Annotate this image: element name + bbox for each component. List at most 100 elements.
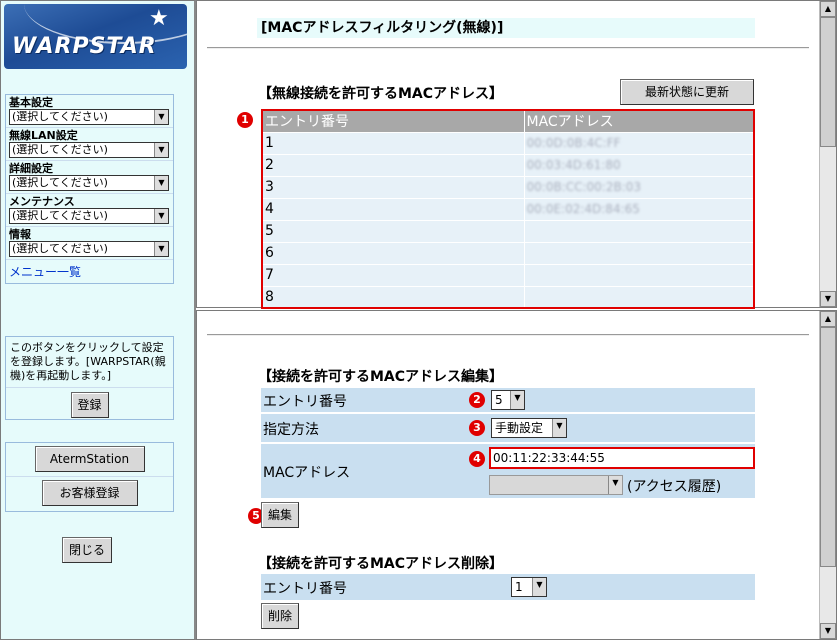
refresh-button[interactable]: 最新状態に更新 — [620, 79, 754, 105]
scroll-down-icon[interactable]: ▼ — [820, 623, 836, 639]
chevron-down-icon: ▼ — [154, 242, 168, 256]
maintenance-select[interactable]: (選択してください) ▼ — [9, 208, 169, 224]
entry-number-select[interactable]: 5 ▼ — [491, 390, 525, 410]
access-history-select[interactable]: ▼ — [489, 475, 623, 495]
register-note: このボタンをクリックして設定を登録します。[WARPSTAR(親機)を再起動しま… — [10, 341, 166, 382]
sidebar: ★ WARPSTAR 基本設定 (選択してください) ▼ 無線LAN設定 (選択し… — [0, 0, 196, 640]
register-box: このボタンをクリックして設定を登録します。[WARPSTAR(親機)を再起動しま… — [5, 336, 174, 420]
mac-cell — [524, 286, 755, 309]
page-title: [MACアドレスフィルタリング(無線)] — [257, 18, 755, 38]
mac-cell — [524, 220, 755, 243]
chevron-down-icon: ▼ — [510, 391, 524, 409]
top-scrollbar[interactable]: ▲ ▼ — [819, 1, 836, 307]
edit-button[interactable]: 編集 — [261, 502, 299, 528]
table-row: 4 00:0E:02:4D:84:65 — [262, 198, 755, 221]
table-row: 2 00:03:4D:61:80 — [262, 154, 755, 177]
allowed-mac-title: 【無線接続を許可するMACアドレス】 — [258, 86, 504, 102]
method-label: 指定方法 — [263, 422, 319, 438]
scroll-up-icon[interactable]: ▲ — [820, 1, 836, 17]
table-header-row: エントリ番号 MACアドレス — [262, 110, 755, 133]
chevron-down-icon: ▼ — [154, 176, 168, 190]
bottom-scrollbar[interactable]: ▲ ▼ — [819, 311, 836, 639]
menu-label: 情報 — [9, 228, 31, 241]
delete-entry-select[interactable]: 1 ▼ — [511, 577, 547, 597]
access-history-label: (アクセス履歴) — [627, 479, 722, 495]
entry-cell: 2 — [262, 154, 525, 177]
chevron-down-icon: ▼ — [532, 578, 546, 596]
entry-number-label: エントリ番号 — [263, 394, 347, 410]
entry-cell: 4 — [262, 198, 525, 221]
entry-cell: 8 — [262, 286, 525, 309]
table-row: 3 00:0B:CC:00:2B:03 — [262, 176, 755, 199]
menu-group-maintenance: メンテナンス (選択してください) ▼ — [6, 194, 173, 227]
wlan-settings-select[interactable]: (選択してください) ▼ — [9, 142, 169, 158]
advanced-settings-select[interactable]: (選択してください) ▼ — [9, 175, 169, 191]
edit-section-title: 【接続を許可するMACアドレス編集】 — [258, 369, 504, 385]
table-row: 8 — [262, 286, 755, 309]
mac-cell: 00:03:4D:61:80 — [524, 154, 755, 177]
mac-list-pane: [MACアドレスフィルタリング(無線)] 【無線接続を許可するMACアドレス】 … — [196, 0, 837, 309]
scroll-thumb[interactable] — [820, 327, 836, 567]
mac-cell: 00:0B:CC:00:2B:03 — [524, 176, 755, 199]
table-row: 6 — [262, 242, 755, 265]
menu-group-basic: 基本設定 (選択してください) ▼ — [6, 95, 173, 128]
scroll-up-icon[interactable]: ▲ — [820, 311, 836, 327]
mac-cell: 00:0E:02:4D:84:65 — [524, 198, 755, 221]
chevron-down-icon: ▼ — [608, 476, 622, 494]
menu-group-info: 情報 (選択してください) ▼ — [6, 227, 173, 260]
mac-cell: 00:0D:0B:4C:FF — [524, 132, 755, 155]
badge-3: 3 — [469, 420, 485, 436]
delete-entry-label: エントリ番号 — [263, 581, 347, 597]
column-header: MACアドレス — [524, 110, 755, 133]
mac-address-label: MACアドレス — [263, 465, 351, 481]
menu-label: 詳細設定 — [9, 162, 53, 175]
mac-edit-pane: 【接続を許可するMACアドレス編集】 エントリ番号 2 5 ▼ 指定方法 3 手動… — [196, 310, 837, 640]
badge-4: 4 — [469, 451, 485, 467]
links-box: AtermStation お客様登録 — [5, 442, 174, 512]
scroll-down-icon[interactable]: ▼ — [820, 291, 836, 307]
scroll-thumb[interactable] — [820, 17, 836, 147]
star-icon: ★ — [149, 6, 169, 31]
delete-entry-row: エントリ番号 1 ▼ — [261, 574, 755, 600]
mac-address-input[interactable]: 00:11:22:33:44:55 — [489, 447, 755, 469]
mac-cell — [524, 264, 755, 287]
menu-group-wlan: 無線LAN設定 (選択してください) ▼ — [6, 128, 173, 161]
entry-cell: 1 — [262, 132, 525, 155]
entry-cell: 3 — [262, 176, 525, 199]
menu-label: 無線LAN設定 — [9, 129, 78, 142]
warpstar-logo: ★ WARPSTAR — [4, 4, 187, 69]
chevron-down-icon: ▼ — [552, 419, 566, 437]
chevron-down-icon: ▼ — [154, 143, 168, 157]
menu-box: 基本設定 (選択してください) ▼ 無線LAN設定 (選択してください) ▼ 詳細設… — [5, 94, 174, 284]
basic-settings-select[interactable]: (選択してください) ▼ — [9, 109, 169, 125]
mac-address-row: MACアドレス 4 00:11:22:33:44:55 ▼ (アクセス履歴) — [261, 444, 755, 498]
table-row: 1 00:0D:0B:4C:FF — [262, 132, 755, 155]
menu-label: 基本設定 — [9, 96, 53, 109]
mac-cell — [524, 242, 755, 265]
table-row: 5 — [262, 220, 755, 243]
menu-label: メンテナンス — [9, 195, 75, 208]
menu-list-link[interactable]: メニュー一覧 — [6, 260, 173, 283]
entry-number-row: エントリ番号 2 5 ▼ — [261, 388, 755, 412]
register-button[interactable]: 登録 — [70, 392, 109, 418]
badge-2: 2 — [469, 392, 485, 408]
atermstation-button[interactable]: AtermStation — [34, 446, 145, 472]
customer-register-button[interactable]: お客様登録 — [41, 480, 138, 506]
logo-text: WARPSTAR — [12, 34, 157, 59]
column-header: エントリ番号 — [262, 110, 525, 133]
mac-table: エントリ番号 MACアドレス 1 00:0D:0B:4C:FF 2 00:03:4D… — [261, 109, 755, 309]
info-select[interactable]: (選択してください) ▼ — [9, 241, 169, 257]
close-button[interactable]: 閉じる — [62, 537, 112, 563]
entry-cell: 6 — [262, 242, 525, 265]
delete-section-title: 【接続を許可するMACアドレス削除】 — [258, 556, 504, 572]
entry-cell: 5 — [262, 220, 525, 243]
method-select[interactable]: 手動設定 ▼ — [491, 418, 567, 438]
entry-cell: 7 — [262, 264, 525, 287]
menu-group-advanced: 詳細設定 (選択してください) ▼ — [6, 161, 173, 194]
chevron-down-icon: ▼ — [154, 110, 168, 124]
chevron-down-icon: ▼ — [154, 209, 168, 223]
method-row: 指定方法 3 手動設定 ▼ — [261, 414, 755, 442]
table-row: 7 — [262, 264, 755, 287]
delete-button[interactable]: 削除 — [261, 603, 299, 629]
badge-1: 1 — [237, 112, 253, 128]
